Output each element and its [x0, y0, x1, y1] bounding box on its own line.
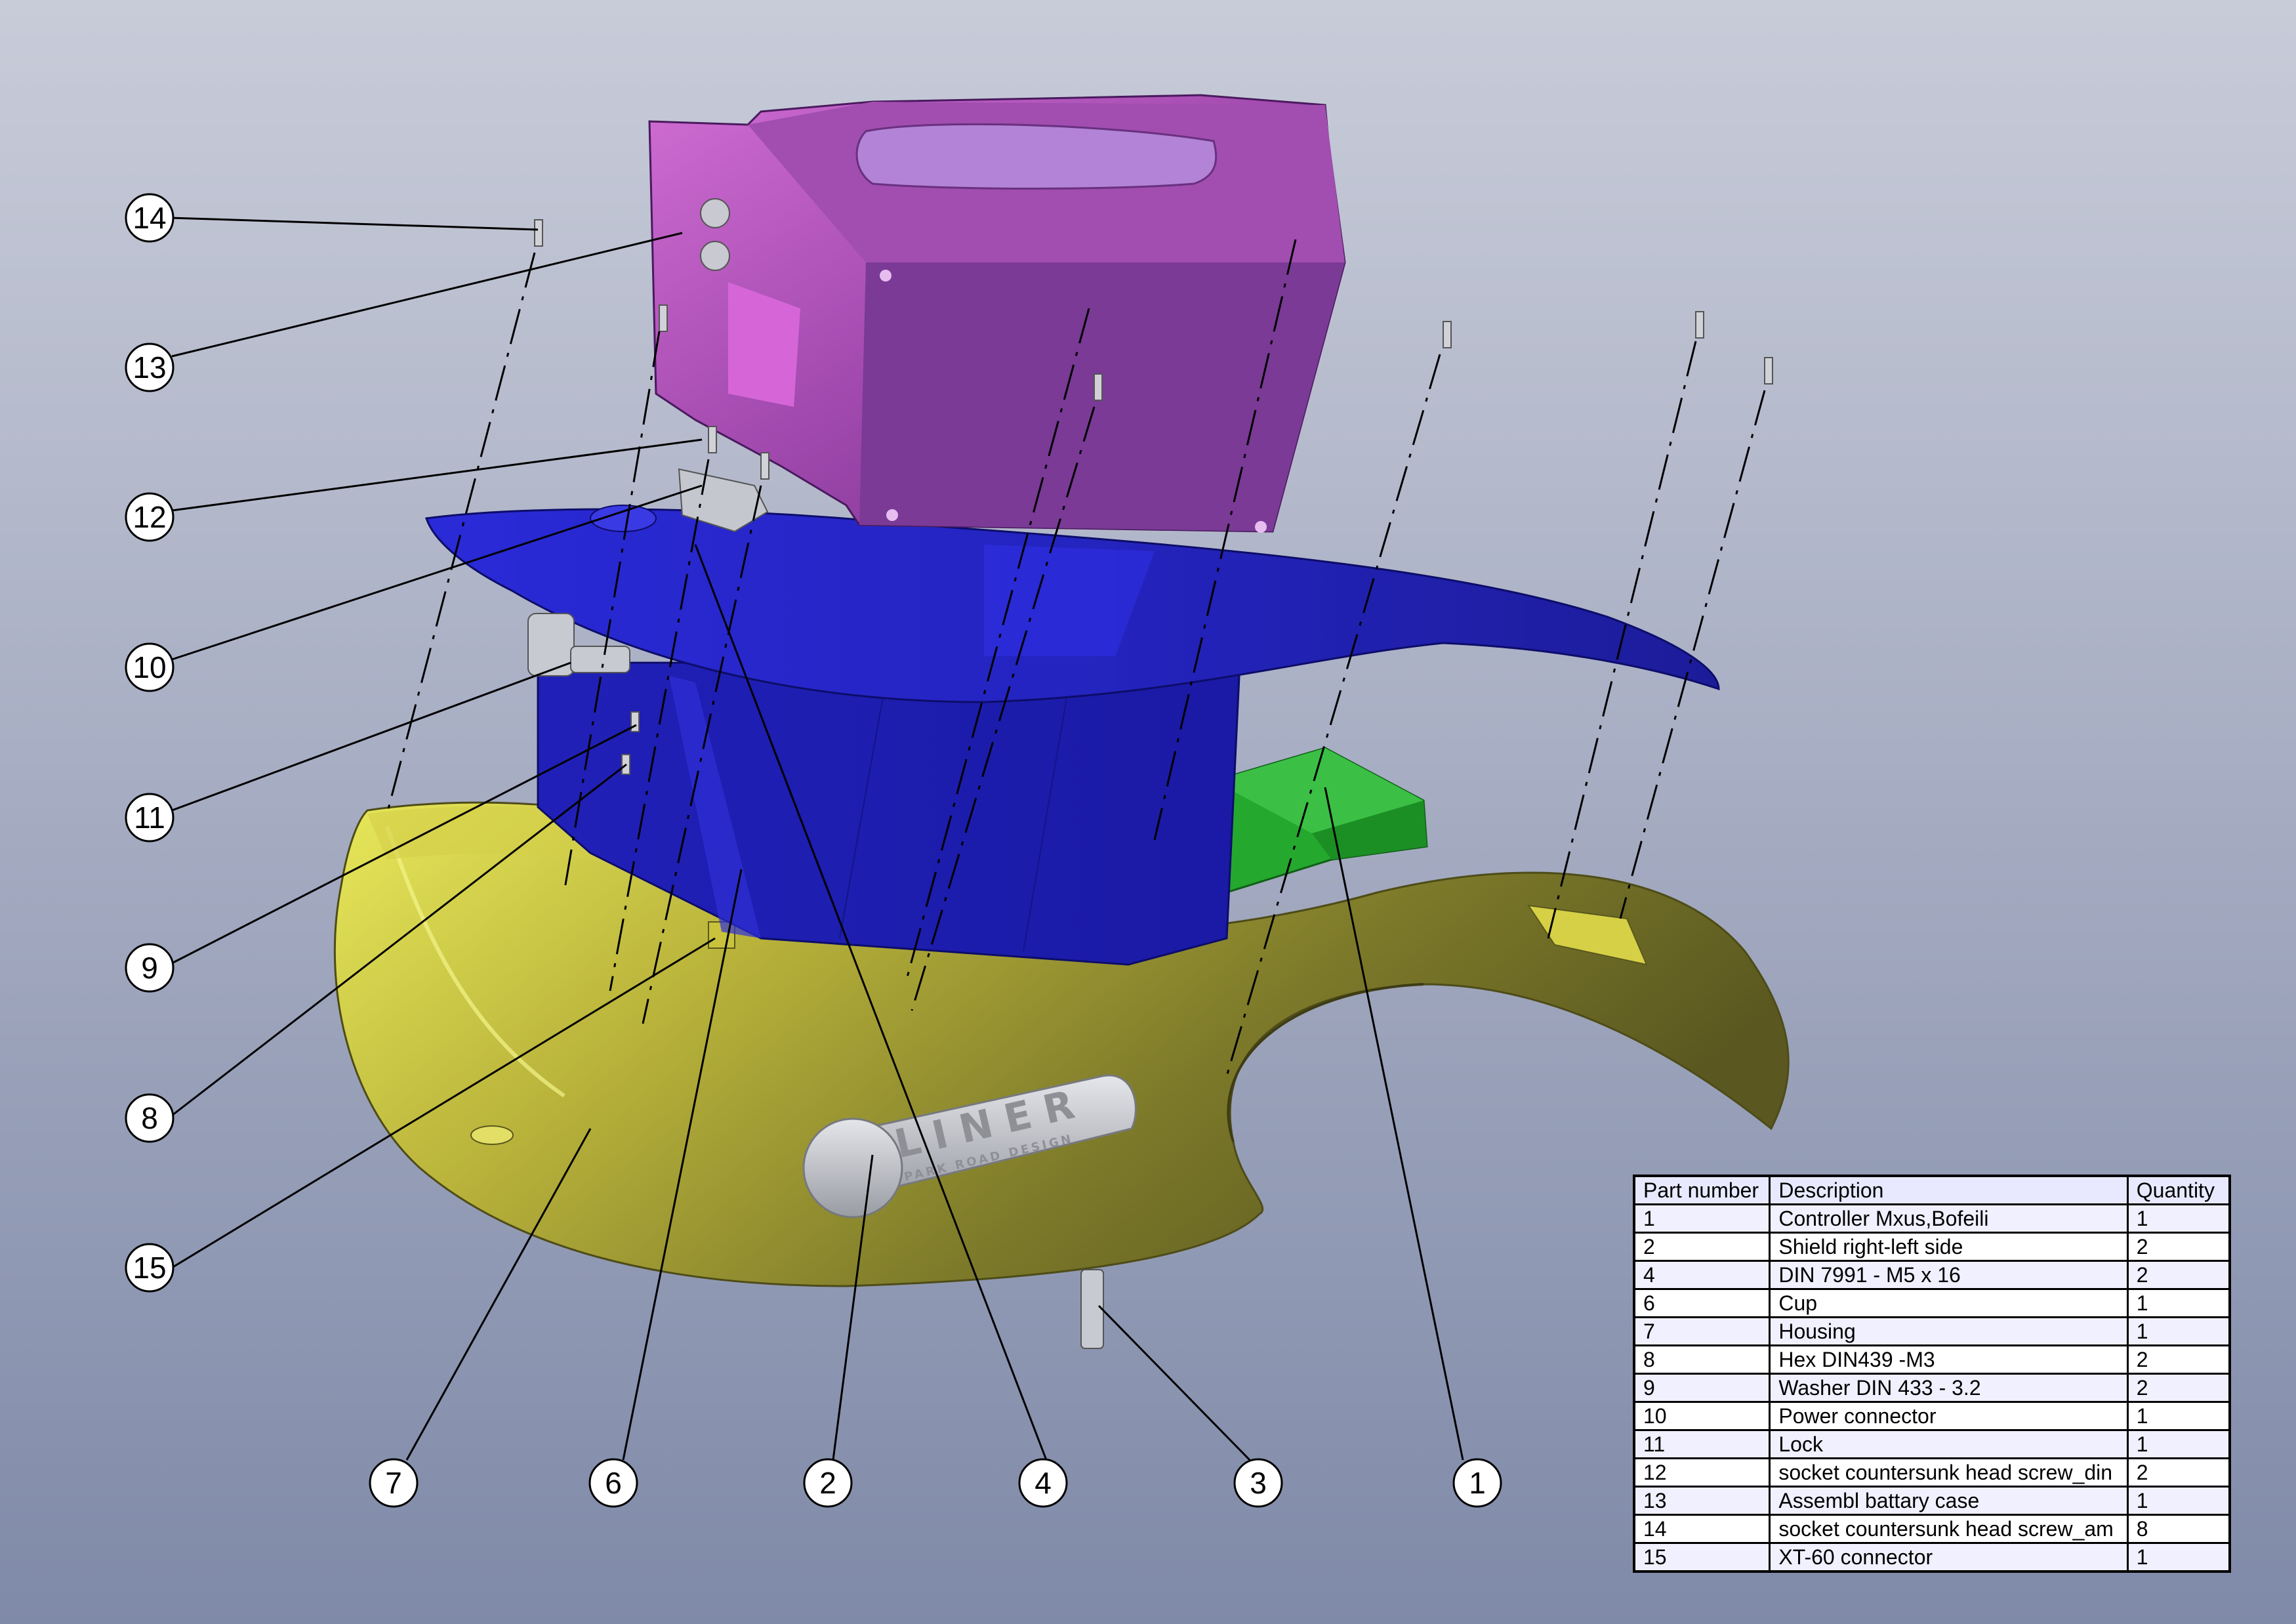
bom-cell-quantity: 2: [2126, 1232, 2231, 1262]
bom-row: 7 Housing 1: [1633, 1316, 2231, 1346]
balloons-left: 14 13 12 10 11 9 8 15: [125, 193, 174, 1293]
bom-row: 11 Lock 1: [1633, 1429, 2231, 1459]
bom-row: 13 Assembl battary case 1: [1633, 1486, 2231, 1516]
balloon-label-7: 7: [385, 1466, 402, 1500]
bom-cell-description: Lock: [1769, 1429, 2129, 1459]
bom-cell-part-number: 8: [1633, 1344, 1771, 1375]
bom-cell-part-number: 12: [1633, 1457, 1771, 1488]
bom-cell-description: socket countersunk head screw_din: [1769, 1457, 2129, 1488]
bom-cell-description: socket countersunk head screw_am: [1769, 1514, 2129, 1544]
bom-cell-quantity: 1: [2126, 1316, 2231, 1346]
balloon-label-8: 8: [141, 1101, 158, 1135]
bom-cell-quantity: 1: [2126, 1542, 2231, 1573]
battery-case-part: [648, 94, 1346, 533]
balloon-label-2: 2: [819, 1466, 836, 1500]
bom-cell-part-number: 14: [1633, 1514, 1771, 1544]
bom-row: 4 DIN 7991 - M5 x 16 2: [1633, 1260, 2231, 1290]
bom-header-row: Part number Description Quantity: [1633, 1175, 2231, 1205]
bom-row: 12 socket countersunk head screw_din 2: [1633, 1457, 2231, 1488]
bom-cell-quantity: 2: [2126, 1344, 2231, 1375]
balloon-label-6: 6: [605, 1466, 622, 1500]
bom-cell-part-number: 7: [1633, 1316, 1771, 1346]
bom-cell-description: Housing: [1769, 1316, 2129, 1346]
balloon-label-4: 4: [1035, 1466, 1052, 1500]
balloon-label-13: 13: [133, 350, 166, 385]
bom-cell-part-number: 13: [1633, 1486, 1771, 1516]
bom-cell-part-number: 15: [1633, 1542, 1771, 1573]
bom-cell-quantity: 1: [2126, 1203, 2231, 1234]
balloon-label-10: 10: [133, 650, 166, 684]
bom-header-quantity: Quantity: [2126, 1175, 2231, 1205]
bom-cell-description: DIN 7991 - M5 x 16: [1769, 1260, 2129, 1290]
bom-cell-quantity: 1: [2126, 1486, 2231, 1516]
bom-cell-quantity: 1: [2126, 1429, 2231, 1459]
bom-cell-description: Cup: [1769, 1288, 2129, 1318]
bom-cell-quantity: 2: [2126, 1457, 2231, 1488]
balloon-label-9: 9: [141, 951, 158, 985]
balloon-label-1: 1: [1469, 1466, 1486, 1500]
bom-header-part-number: Part number: [1633, 1175, 1771, 1205]
xt60-connector-part: [1080, 1269, 1104, 1349]
bom-cell-description: Washer DIN 433 - 3.2: [1769, 1373, 2129, 1403]
bom-cell-part-number: 4: [1633, 1260, 1771, 1290]
balloon-label-3: 3: [1250, 1466, 1267, 1500]
bom-cell-part-number: 2: [1633, 1232, 1771, 1262]
bom-header-description: Description: [1769, 1175, 2129, 1205]
bom-row: 1 Controller Mxus,Bofeili 1: [1633, 1203, 2231, 1234]
bom-cell-quantity: 8: [2126, 1514, 2231, 1544]
balloon-label-12: 12: [133, 500, 166, 534]
bom-cell-description: Assembl battary case: [1769, 1486, 2129, 1516]
bom-cell-description: Hex DIN439 -M3: [1769, 1344, 2129, 1375]
bill-of-materials-table: Part number Description Quantity 1 Contr…: [1633, 1175, 2231, 1573]
balloon-label-14: 14: [133, 201, 166, 235]
bom-cell-description: XT-60 connector: [1769, 1542, 2129, 1573]
bom-row: 15 XT-60 connector 1: [1633, 1542, 2231, 1573]
balloon-label-11: 11: [134, 801, 165, 835]
bom-cell-quantity: 1: [2126, 1401, 2231, 1431]
bom-cell-quantity: 1: [2126, 1288, 2231, 1318]
bom-cell-part-number: 1: [1633, 1203, 1771, 1234]
bom-row: 6 Cup 1: [1633, 1288, 2231, 1318]
bom-cell-part-number: 6: [1633, 1288, 1771, 1318]
bom-cell-part-number: 10: [1633, 1401, 1771, 1431]
bom-cell-part-number: 9: [1633, 1373, 1771, 1403]
bom-cell-part-number: 11: [1633, 1429, 1771, 1459]
bom-row: 10 Power connector 1: [1633, 1401, 2231, 1431]
balloon-label-15: 15: [133, 1251, 166, 1285]
balloons-bottom: 7 6 2 4 3 1: [369, 1458, 1502, 1508]
bom-row: 8 Hex DIN439 -M3 2: [1633, 1344, 2231, 1375]
bom-row: 2 Shield right-left side 2: [1633, 1232, 2231, 1262]
bom-cell-description: Shield right-left side: [1769, 1232, 2129, 1262]
bom-row: 14 socket countersunk head screw_am 8: [1633, 1514, 2231, 1544]
bom-cell-quantity: 2: [2126, 1373, 2231, 1403]
bom-cell-description: Controller Mxus,Bofeili: [1769, 1203, 2129, 1234]
bom-cell-quantity: 2: [2126, 1260, 2231, 1290]
bom-row: 9 Washer DIN 433 - 3.2 2: [1633, 1373, 2231, 1403]
bom-cell-description: Power connector: [1769, 1401, 2129, 1431]
